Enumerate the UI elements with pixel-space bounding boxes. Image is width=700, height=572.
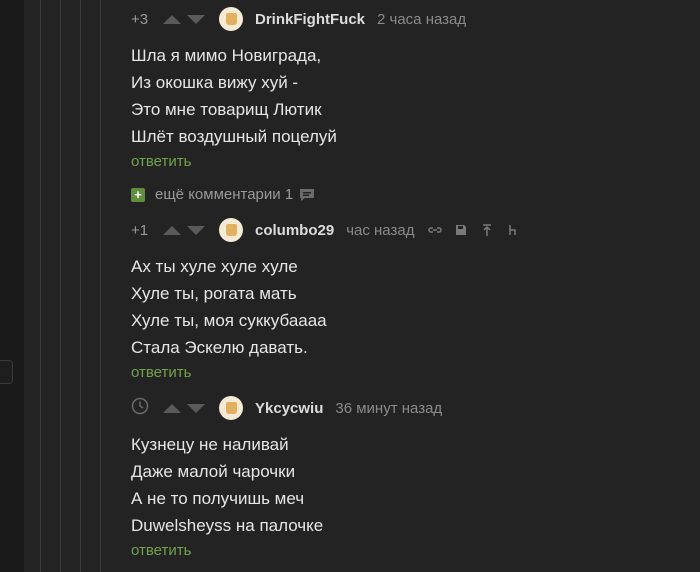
more-comments-button[interactable]: + ещё комментарии 1 — [131, 186, 315, 203]
comment-line: Duwelsheyss на палочке — [131, 516, 324, 535]
comment-line: Стала Эскелю давать. — [131, 338, 308, 357]
comment-header: +1 columbo29 час назад — [101, 218, 700, 242]
comment-time[interactable]: 36 минут назад — [335, 400, 442, 417]
comment-header: Ykcycwiu 36 минут назад — [101, 396, 700, 420]
thread-line[interactable] — [40, 0, 41, 572]
clock-icon — [131, 397, 149, 419]
comments-page: +3 DrinkFightFuck 2 часа назад Шла я мим… — [0, 0, 700, 572]
vote-down-icon[interactable] — [187, 403, 205, 413]
avatar[interactable] — [219, 396, 243, 420]
vote-down-icon[interactable] — [187, 14, 205, 24]
comment-line: Хуле ты, моя суккубаааа — [131, 311, 327, 330]
comment-time[interactable]: час назад — [346, 222, 414, 239]
comment-line: Ах ты хуле хуле хуле — [131, 257, 298, 276]
comment-line: Шла я мимо Новиграда, — [131, 46, 322, 65]
reply-button[interactable]: ответить — [131, 364, 191, 381]
comment-rating — [101, 397, 159, 419]
left-collapse-tab[interactable] — [0, 360, 13, 384]
comment-body: Ах ты хуле хуле хуле Хуле ты, рогата мат… — [131, 253, 700, 361]
comment-tools — [428, 223, 532, 237]
comment-line: А не то получишь меч — [131, 489, 305, 508]
comment-body: Шла я мимо Новиграда, Из окошка вижу хуй… — [131, 42, 700, 150]
avatar[interactable] — [219, 218, 243, 242]
comment-author[interactable]: columbo29 — [255, 222, 334, 239]
comment-rating: +3 — [131, 10, 149, 28]
comment-body: Кузнецу не наливай Даже малой чарочки А … — [131, 431, 700, 539]
avatar[interactable] — [219, 7, 243, 31]
comment-rating: +1 — [131, 221, 149, 239]
more-comments-label: ещё комментарии 1 — [155, 186, 294, 203]
comment-author[interactable]: Ykcycwiu — [255, 400, 323, 417]
plus-icon: + — [131, 187, 145, 202]
thread-line[interactable] — [80, 0, 81, 572]
vote-down-icon[interactable] — [187, 225, 205, 235]
comment: Ykcycwiu 36 минут назад Кузнецу не налив… — [101, 396, 700, 560]
chat-icon — [299, 188, 315, 202]
comment-line: Из окошка вижу хуй - — [131, 73, 299, 92]
link-icon[interactable] — [428, 223, 443, 237]
comment-line: Это мне товарищ Лютик — [131, 100, 322, 119]
save-icon[interactable] — [454, 223, 468, 237]
vote-up-icon[interactable] — [163, 225, 181, 235]
comment-author[interactable]: DrinkFightFuck — [255, 11, 365, 28]
reply-button[interactable]: ответить — [131, 542, 191, 559]
comment-line: Кузнецу не наливай — [131, 435, 289, 454]
comment: +3 DrinkFightFuck 2 часа назад Шла я мим… — [101, 7, 700, 171]
comments-content: +3 DrinkFightFuck 2 часа назад Шла я мим… — [101, 0, 700, 572]
comment-time[interactable]: 2 часа назад — [377, 11, 466, 28]
comment: +1 columbo29 час назад Ах ты хуле хуле х… — [101, 218, 700, 382]
thread-line[interactable] — [60, 0, 61, 572]
comment-line: Шлёт воздушный поцелуй — [131, 127, 337, 146]
comment-line: Даже малой чарочки — [131, 462, 296, 481]
vote-up-icon[interactable] — [163, 14, 181, 24]
left-column — [0, 0, 24, 572]
comment-header: +3 DrinkFightFuck 2 часа назад — [101, 7, 700, 31]
arrow-up-icon[interactable] — [480, 223, 494, 237]
vote-up-icon[interactable] — [163, 403, 181, 413]
more-icon[interactable] — [506, 223, 520, 237]
reply-button[interactable]: ответить — [131, 153, 191, 170]
comment-line: Хуле ты, рогата мать — [131, 284, 297, 303]
